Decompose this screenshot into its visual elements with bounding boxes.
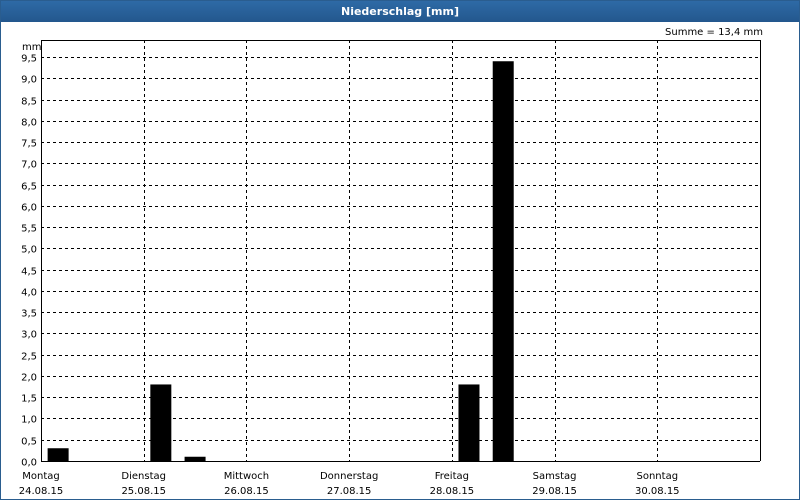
- precipitation-bar: [492, 61, 514, 462]
- y-tick-label: 7,0: [21, 160, 37, 171]
- y-tick-label: 4,5: [21, 267, 37, 278]
- axes: [41, 40, 761, 462]
- grid: [41, 40, 760, 461]
- y-tick-label: 5,0: [21, 245, 37, 256]
- precipitation-bar: [150, 384, 172, 461]
- y-tick-label: 3,0: [21, 330, 37, 341]
- y-tick-label: 5,5: [21, 224, 37, 235]
- x-date-label: 24.08.15: [19, 486, 64, 497]
- x-day-label: Sonntag: [637, 471, 679, 482]
- y-tick-label: 6,0: [21, 203, 37, 214]
- y-tick-label: 8,0: [21, 118, 37, 129]
- precipitation-chart: 0,0 0,5 1,0 1,5 2,0 2,5 3,0 3,5 4,0 4,5 5,0 5,5 6,0 6…: [19, 40, 761, 497]
- x-day-label: Dienstag: [121, 471, 166, 482]
- x-day-label: Mittwoch: [224, 471, 269, 482]
- x-date-label: 27.08.15: [327, 486, 372, 497]
- y-tick-label: 1,0: [21, 415, 37, 426]
- x-date-label: 26.08.15: [224, 486, 269, 497]
- y-tick-label: 6,5: [21, 182, 37, 193]
- x-date-label: 25.08.15: [121, 486, 166, 497]
- y-tick-label: 0,5: [21, 437, 37, 448]
- y-tick-label: 2,0: [21, 373, 37, 384]
- y-tick-label: 0,0: [21, 458, 37, 469]
- x-day-label: Montag: [22, 471, 59, 482]
- x-date-label: 29.08.15: [532, 486, 577, 497]
- x-day-label: Samstag: [533, 471, 577, 482]
- precipitation-bar: [47, 448, 69, 461]
- x-date-label: 30.08.15: [635, 486, 680, 497]
- y-tick-label: 7,5: [21, 139, 37, 150]
- precipitation-bar: [458, 384, 480, 461]
- y-tick-label: 9,0: [21, 75, 37, 86]
- x-date-label: 28.08.15: [430, 486, 475, 497]
- x-day-label: Freitag: [435, 471, 469, 482]
- y-tick-label: 9,5: [21, 54, 37, 65]
- y-tick-label: 3,5: [21, 309, 37, 320]
- x-day-label: Donnerstag: [320, 471, 378, 482]
- y-tick-label: 2,5: [21, 352, 37, 363]
- precipitation-bar: [184, 456, 206, 461]
- y-axis-unit: mm: [22, 42, 41, 53]
- y-tick-label: 4,0: [21, 288, 37, 299]
- y-tick-label: 8,5: [21, 97, 37, 108]
- y-tick-label: 1,5: [21, 394, 37, 405]
